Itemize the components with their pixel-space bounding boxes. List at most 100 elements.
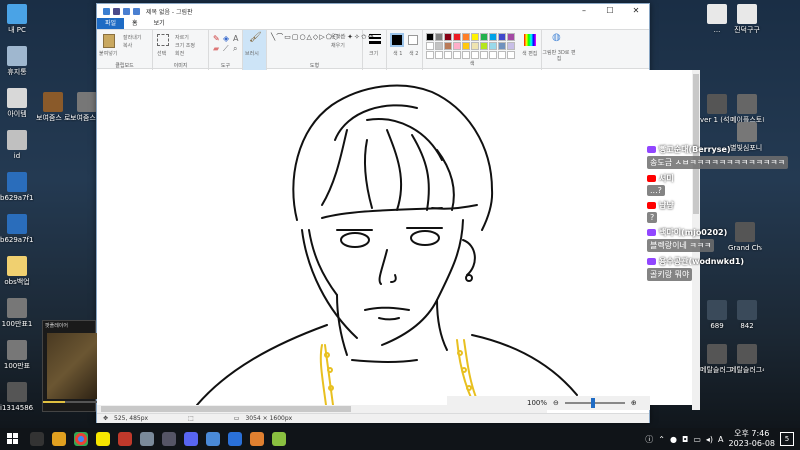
palette-swatch[interactable] (507, 33, 515, 41)
palette-swatch[interactable] (498, 51, 506, 59)
palette-swatch[interactable] (480, 33, 488, 41)
palette-swatch[interactable] (489, 33, 497, 41)
paint-window[interactable]: 제목 없음 - 그림판 – ☐ ✕ 파일 홈 보기 붙여넣기 잘라내기 복사 클… (96, 3, 700, 423)
brush-icon[interactable]: 🖌 (249, 32, 262, 43)
pencil-icon[interactable]: ✎ (213, 34, 220, 43)
desktop-icon[interactable]: 100만표1 (0, 298, 34, 328)
palette-swatch[interactable] (462, 51, 470, 59)
select-button[interactable]: 선택 (157, 50, 166, 57)
size-lines-icon[interactable] (369, 41, 381, 44)
desktop-icon[interactable]: 100만표 (0, 340, 34, 370)
shapes-gallery[interactable]: ╲⌒▭▢○△◇▷⬠⬡☆✦✧✩⟰ (271, 32, 375, 42)
clock[interactable]: 오후 7:46 2023-06-08 (729, 429, 776, 449)
fill-button[interactable]: 채우기 (331, 42, 345, 49)
desktop-icon[interactable]: b629a7f10... (0, 214, 34, 244)
network-icon[interactable]: ▭ (693, 435, 701, 444)
select-icon[interactable] (157, 34, 169, 46)
desktop-icon[interactable]: 보여줌스 로고 (36, 92, 70, 122)
app-icon-gray[interactable] (162, 432, 176, 446)
app-icon-blue[interactable] (228, 432, 242, 446)
help-icon[interactable]: ⓘ (645, 434, 653, 445)
desktop-icon[interactable]: 메이플스토리 BGM / 리앤... (730, 94, 764, 124)
fill-bucket-icon[interactable]: ◈ (223, 34, 229, 43)
palette-swatch[interactable] (453, 33, 461, 41)
desktop-icon[interactable]: obs백업 (0, 256, 34, 286)
app-icon-green[interactable] (272, 432, 286, 446)
app-icon-orange[interactable] (250, 432, 264, 446)
camera-icon[interactable]: ◘ (682, 435, 688, 444)
palette-swatch[interactable] (426, 33, 434, 41)
desktop-icon[interactable]: i1314586... (0, 382, 34, 412)
palette-swatch[interactable] (471, 42, 479, 50)
desktop-icon[interactable]: b629a7f10... (0, 172, 34, 202)
desktop-icon[interactable]: ver 1 (석 추... (700, 94, 734, 124)
desktop-icon[interactable]: 689 (700, 300, 734, 330)
tab-view[interactable]: 보기 (146, 18, 173, 29)
color1-swatch[interactable] (390, 33, 404, 47)
paste-button[interactable]: 붙여넣기 (99, 50, 117, 57)
zoom-out-button[interactable]: ⊖ (553, 399, 559, 407)
desktop-icon[interactable]: 메탈슬러그 bgm 최종... (700, 344, 734, 374)
save-icon[interactable] (113, 7, 120, 15)
paste-icon[interactable] (103, 34, 115, 48)
maximize-button[interactable]: ☐ (597, 4, 623, 18)
drawing-canvas[interactable] (97, 70, 695, 405)
media-player[interactable]: 팟플레이어 (42, 320, 97, 412)
desktop-icon[interactable]: 842 (730, 300, 764, 330)
rotate-button[interactable]: 회전 (175, 50, 184, 57)
desktop-icon[interactable]: 내 PC (0, 4, 34, 34)
app-icon-red[interactable] (118, 432, 132, 446)
desktop-icon[interactable]: id (0, 130, 34, 160)
palette-swatch[interactable] (507, 51, 515, 59)
palette-swatch[interactable] (498, 42, 506, 50)
palette-swatch[interactable] (471, 33, 479, 41)
color2-swatch[interactable] (408, 35, 418, 45)
group-brushes[interactable]: 🖌 브러시 (243, 30, 267, 70)
player-video[interactable] (47, 333, 97, 399)
desktop-icon[interactable]: 휴지통 (0, 46, 34, 76)
paint-taskbar-icon[interactable] (206, 432, 220, 446)
palette-swatch[interactable] (435, 42, 443, 50)
desktop-icon[interactable]: 메탈슬러그4 bgm 1라운드 (730, 344, 764, 374)
title-bar[interactable]: 제목 없음 - 그림판 – ☐ ✕ (97, 4, 649, 18)
player-seekbar[interactable] (43, 401, 97, 403)
copy-button[interactable]: 복사 (123, 42, 132, 49)
palette-swatch[interactable] (489, 42, 497, 50)
palette-swatch[interactable] (444, 51, 452, 59)
zoom-slider-knob[interactable] (590, 398, 595, 408)
chrome-icon[interactable] (74, 432, 88, 446)
palette-swatch[interactable] (426, 51, 434, 59)
redo-icon[interactable] (133, 7, 140, 15)
palette-swatch[interactable] (435, 33, 443, 41)
palette-swatch[interactable] (471, 51, 479, 59)
minimize-button[interactable]: – (571, 4, 597, 18)
text-tool-icon[interactable]: A (233, 34, 238, 43)
palette-swatch[interactable] (498, 33, 506, 41)
magnifier-icon[interactable]: ⌕ (233, 44, 237, 54)
tray-overflow-icon[interactable]: ⌃ (658, 435, 665, 444)
resize-button[interactable]: 크기 조정 (175, 42, 195, 49)
palette-swatch[interactable] (444, 33, 452, 41)
paint3d-icon[interactable]: ◍ (552, 32, 561, 43)
crop-button[interactable]: 자르기 (175, 34, 189, 41)
palette-swatch[interactable] (444, 42, 452, 50)
zoom-in-button[interactable]: ⊕ (631, 399, 637, 407)
ime-indicator[interactable]: A (718, 435, 723, 444)
discord-icon[interactable] (184, 432, 198, 446)
cut-button[interactable]: 잘라내기 (123, 34, 141, 41)
palette-swatch[interactable] (435, 51, 443, 59)
notification-center-icon[interactable]: 5 (780, 432, 794, 446)
tab-file[interactable]: 파일 (97, 18, 125, 29)
undo-icon[interactable] (123, 7, 130, 15)
volume-icon[interactable]: ◂) (706, 435, 713, 444)
zoom-slider[interactable] (564, 398, 625, 408)
eraser-icon[interactable]: ▰ (213, 44, 219, 53)
paint3d-label[interactable]: 그림판 3D로 편집 (542, 50, 576, 62)
palette-swatch[interactable] (507, 42, 515, 50)
outline-button[interactable]: 윤곽선 (331, 33, 345, 40)
palette-swatch[interactable] (426, 42, 434, 50)
tab-home[interactable]: 홈 (124, 18, 146, 29)
edit-colors-label[interactable]: 색 편집 (522, 50, 537, 57)
desktop-icon[interactable]: 아이템 (0, 88, 34, 118)
palette-swatch[interactable] (480, 42, 488, 50)
